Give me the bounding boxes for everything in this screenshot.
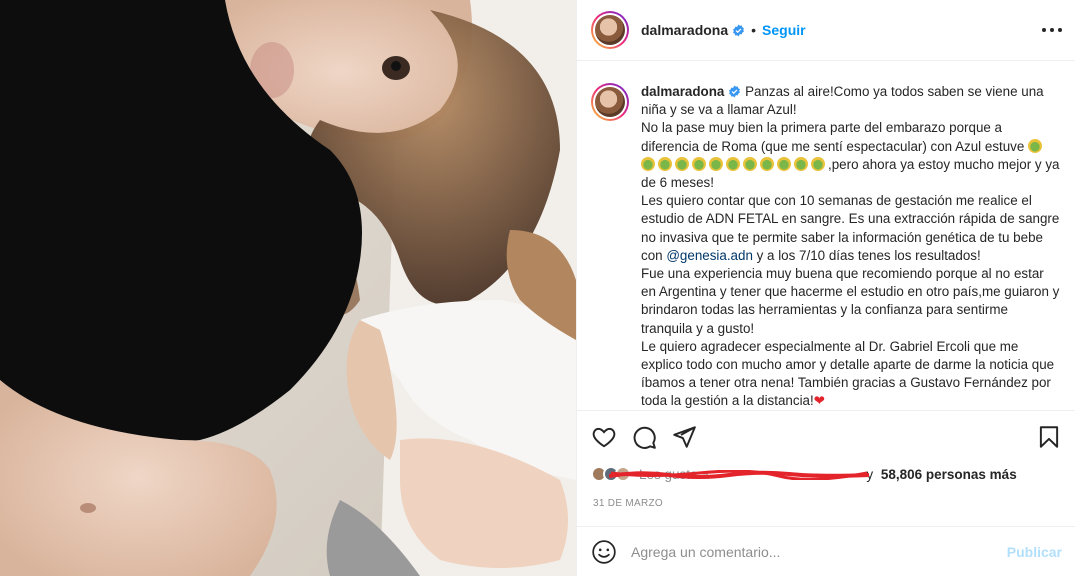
sick-face-emoji (641, 156, 655, 171)
sick-face-emoji (1028, 138, 1043, 153)
sick-face-emoji (658, 156, 672, 171)
sick-face-emoji (794, 156, 808, 171)
caption-username[interactable]: dalmaradona (641, 84, 724, 99)
header-username[interactable]: dalmaradona (641, 22, 728, 38)
caption-area[interactable]: dalmaradona Panzas al aire!Como ya todos… (577, 61, 1075, 410)
comment-input[interactable] (631, 543, 1007, 560)
mention-link[interactable]: @genesia.adn (666, 248, 753, 263)
caption-line-6: Fue una experiencia muy buena que recomi… (641, 266, 1060, 336)
sick-face-emoji (709, 156, 723, 171)
sick-face-emoji (726, 156, 740, 171)
post-photo-image (0, 0, 576, 576)
red-heart-emoji: ❤ (813, 393, 825, 409)
post-header: dalmaradona • Seguir (577, 0, 1075, 61)
separator-dot: • (751, 22, 757, 38)
save-icon[interactable] (1036, 424, 1062, 450)
more-options-icon[interactable] (1042, 22, 1062, 38)
caption-avatar[interactable] (591, 83, 629, 121)
caption-line-5: y a los 7/10 días tenes los resultados! (756, 247, 981, 263)
avatar[interactable] (591, 11, 629, 49)
post-photo[interactable] (0, 0, 576, 576)
caption-line-2: No la pase muy bien la primera parte del… (641, 120, 1025, 154)
post-date[interactable]: 31 DE MARZO (593, 498, 663, 509)
caption-text: dalmaradona Panzas al aire!Como ya todos… (641, 83, 1062, 410)
sick-face-emoji (760, 156, 774, 171)
avatar-image (595, 15, 625, 45)
publish-button[interactable]: Publicar (1007, 544, 1062, 560)
verified-icon (729, 85, 741, 98)
sick-face-emoji (743, 156, 757, 171)
sick-face-emoji (692, 156, 706, 171)
redaction-mark (609, 469, 869, 480)
post-panel: dalmaradona • Seguir dalmaradona Panzas … (576, 0, 1075, 576)
likes-row[interactable]: Les gusta a y 58,806 personas más (591, 462, 1017, 486)
caption-line-7: Le quiero agradecer especialmente al Dr.… (641, 338, 1055, 409)
sick-face-emoji (811, 156, 825, 171)
share-icon[interactable] (671, 424, 697, 450)
sick-face-emoji (777, 156, 791, 171)
heart-icon[interactable] (591, 424, 617, 450)
likes-text: Les gusta a y 58,806 personas más (609, 467, 1017, 482)
comment-box: Publicar (577, 526, 1075, 576)
action-bar (577, 410, 1075, 462)
likes-count[interactable]: 58,806 personas más (881, 467, 1017, 482)
verified-icon (733, 24, 745, 36)
follow-button[interactable]: Seguir (762, 22, 806, 38)
sick-face-emoji (675, 156, 689, 171)
comment-icon[interactable] (631, 424, 657, 450)
emoji-icon[interactable] (591, 539, 617, 565)
